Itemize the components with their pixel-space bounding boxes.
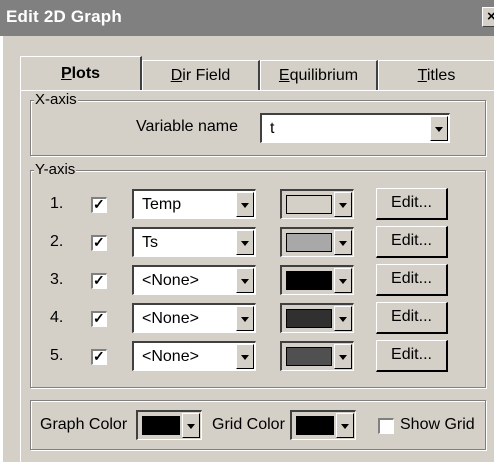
row-5-color-dropdown[interactable] <box>334 344 352 369</box>
tab-dir-field[interactable]: Dir Field <box>142 60 260 90</box>
window-title: Edit 2D Graph <box>6 7 122 26</box>
show-grid-checkbox[interactable] <box>378 418 394 434</box>
close-button[interactable]: × <box>482 7 494 27</box>
checkmark-icon: ✓ <box>93 272 105 288</box>
chevron-down-icon <box>241 202 249 208</box>
xaxis-variable-select[interactable]: t <box>260 113 450 143</box>
chevron-down-icon <box>341 423 349 429</box>
show-grid-label: Show Grid <box>400 416 475 433</box>
close-icon: × <box>487 8 494 25</box>
row-2-edit-button[interactable]: Edit... <box>376 226 448 258</box>
row-5-variable-dropdown[interactable] <box>236 344 254 369</box>
dialog-edge <box>0 36 3 462</box>
graph-color-select[interactable] <box>136 410 202 440</box>
row-2-variable-select[interactable]: Ts <box>132 227 256 257</box>
row-4-checkbox[interactable]: ✓ <box>91 310 107 327</box>
chevron-down-icon <box>339 316 347 322</box>
row-4-variable-dropdown[interactable] <box>236 306 254 331</box>
chevron-down-icon <box>435 126 443 132</box>
row-1-variable-value: Temp <box>142 196 182 213</box>
row-5-variable-select[interactable]: <None> <box>132 341 256 371</box>
grid-color-select[interactable] <box>290 410 356 440</box>
row-1-variable-select[interactable]: Temp <box>132 189 256 219</box>
tab-equilibrium-label: Equilibrium <box>278 67 359 84</box>
row-5-variable-value: <None> <box>142 348 199 365</box>
graph-color-swatch <box>142 416 180 435</box>
row-2-color-swatch <box>286 233 332 252</box>
row-1-color-swatch <box>286 195 332 214</box>
row-4-color-select[interactable] <box>280 303 354 333</box>
row-3-variable-select[interactable]: <None> <box>132 265 256 295</box>
chevron-down-icon <box>339 240 347 246</box>
row-1-edit-button[interactable]: Edit... <box>376 188 448 220</box>
row-4-edit-button[interactable]: Edit... <box>376 302 448 334</box>
chevron-down-icon <box>241 278 249 284</box>
row-2-color-select[interactable] <box>280 227 354 257</box>
row-5-edit-button[interactable]: Edit... <box>376 340 448 372</box>
row-2-checkbox[interactable]: ✓ <box>91 234 107 251</box>
row-1-color-select[interactable] <box>280 189 354 219</box>
row-2-variable-dropdown[interactable] <box>236 230 254 255</box>
tab-dir-field-label: Dir Field <box>170 67 231 84</box>
row-4-variable-select[interactable]: <None> <box>132 303 256 333</box>
xaxis-variable-value: t <box>270 120 275 137</box>
chevron-down-icon <box>339 202 347 208</box>
row-4-color-swatch <box>286 309 332 328</box>
row-3-edit-button[interactable]: Edit... <box>376 264 448 296</box>
tab-equilibrium[interactable]: Equilibrium <box>260 60 378 90</box>
row-2-color-dropdown[interactable] <box>334 230 352 255</box>
row-1-number: 1. <box>50 195 64 212</box>
xaxis-dropdown-button[interactable] <box>430 116 448 141</box>
graph-color-label: Graph Color <box>40 416 128 433</box>
chevron-down-icon <box>241 316 249 322</box>
row-3-color-select[interactable] <box>280 265 354 295</box>
chevron-down-icon <box>241 240 249 246</box>
row-1-checkbox[interactable]: ✓ <box>91 196 107 213</box>
row-2-variable-value: Ts <box>142 234 158 251</box>
chevron-down-icon <box>241 354 249 360</box>
graph-color-dropdown[interactable] <box>182 413 200 438</box>
checkmark-icon: ✓ <box>93 310 105 326</box>
row-3-variable-value: <None> <box>142 272 199 289</box>
row-3-color-dropdown[interactable] <box>334 268 352 293</box>
row-4-color-dropdown[interactable] <box>334 306 352 331</box>
grid-color-swatch <box>296 416 334 435</box>
tab-plots-label: Plots <box>60 65 101 82</box>
row-5-checkbox[interactable]: ✓ <box>91 348 107 365</box>
checkmark-icon: ✓ <box>93 234 105 250</box>
tab-plots[interactable]: Plots <box>20 56 142 90</box>
xaxis-legend: X-axis <box>34 91 78 108</box>
grid-color-dropdown[interactable] <box>336 413 354 438</box>
row-5-color-select[interactable] <box>280 341 354 371</box>
tab-titles-label: Titles <box>417 67 456 84</box>
title-bar[interactable]: Edit 2D Graph × <box>0 0 494 36</box>
chevron-down-icon <box>339 278 347 284</box>
chevron-down-icon <box>339 354 347 360</box>
row-4-variable-value: <None> <box>142 310 199 327</box>
tab-titles[interactable]: Titles <box>378 60 494 90</box>
row-1-variable-dropdown[interactable] <box>236 192 254 217</box>
row-2-number: 2. <box>50 233 64 250</box>
checkmark-icon: ✓ <box>93 196 105 212</box>
grid-color-label: Grid Color <box>212 416 285 433</box>
row-5-color-swatch <box>286 347 332 366</box>
row-3-variable-dropdown[interactable] <box>236 268 254 293</box>
variable-name-label: Variable name <box>136 118 238 135</box>
row-5-number: 5. <box>50 347 64 364</box>
checkmark-icon: ✓ <box>93 348 105 364</box>
yaxis-legend: Y-axis <box>34 161 77 178</box>
row-3-checkbox[interactable]: ✓ <box>91 272 107 289</box>
chevron-down-icon <box>187 423 195 429</box>
row-1-color-dropdown[interactable] <box>334 192 352 217</box>
row-3-number: 3. <box>50 271 64 288</box>
row-3-color-swatch <box>286 271 332 290</box>
row-4-number: 4. <box>50 309 64 326</box>
